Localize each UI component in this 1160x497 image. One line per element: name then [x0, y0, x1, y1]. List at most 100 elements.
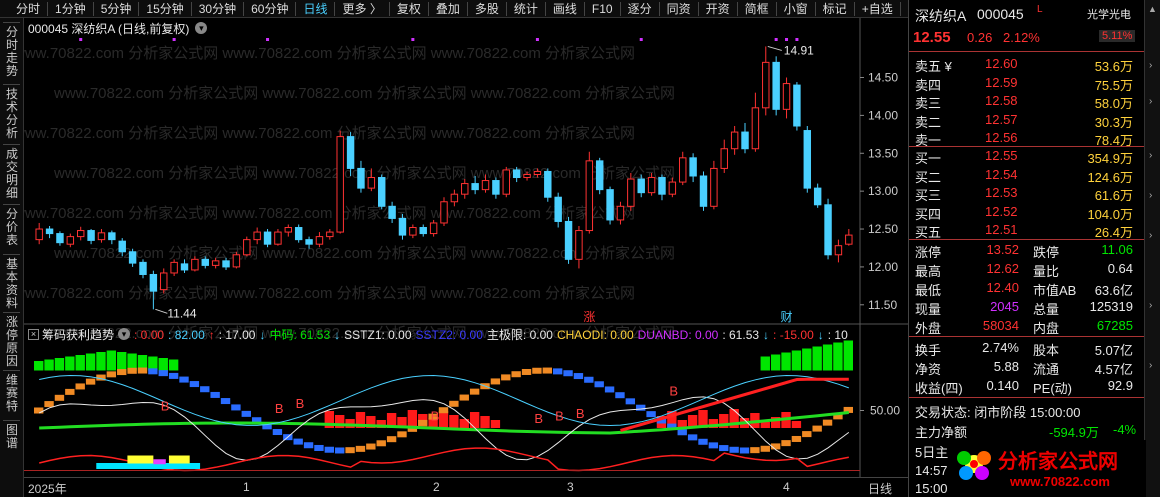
toolbar-item[interactable]: 叠加 — [430, 0, 466, 18]
ask-row[interactable]: 卖二 12.57 30.3万 — [909, 110, 1145, 130]
candle-body[interactable] — [679, 157, 687, 183]
candle-body[interactable] — [481, 180, 490, 191]
candle-body[interactable] — [139, 261, 147, 275]
left-tab[interactable]: 图谱 — [0, 424, 24, 450]
toolbar-item[interactable]: 分时 — [10, 0, 46, 18]
candle-body[interactable] — [751, 107, 760, 150]
expand-arrow[interactable]: › — [1149, 150, 1152, 161]
candle-body[interactable] — [803, 130, 812, 189]
toolbar-item[interactable]: 日线 — [297, 0, 333, 18]
expand-arrow[interactable]: › — [1149, 96, 1152, 107]
candle-body[interactable] — [429, 222, 438, 235]
bid-row[interactable]: 买三 12.53 61.6万 — [909, 183, 1145, 203]
candle-body[interactable] — [461, 183, 469, 195]
candle-body[interactable] — [398, 217, 407, 236]
candle-body[interactable] — [357, 167, 365, 189]
candle-body[interactable] — [170, 261, 178, 274]
right-scrollbar[interactable]: ▲ › › › › › › › — [1144, 0, 1160, 497]
candle-body[interactable] — [585, 160, 594, 232]
expand-arrow[interactable]: › — [1149, 360, 1152, 371]
indicator-name[interactable]: 筹码获利趋势 — [42, 326, 114, 343]
ask-row[interactable]: 卖五 ¥12.60 53.6万 — [909, 54, 1145, 74]
candle-body[interactable] — [180, 263, 189, 271]
candle-body[interactable] — [834, 245, 843, 256]
candle-body[interactable] — [87, 230, 95, 241]
candle-body[interactable] — [647, 177, 656, 194]
period-label[interactable]: 日线 — [868, 480, 892, 497]
candle-body[interactable] — [326, 231, 334, 238]
toolbar-item[interactable]: 更多 〉 — [336, 0, 387, 18]
candle-body[interactable] — [813, 187, 822, 206]
toolbar-item[interactable]: 15分钟 — [140, 0, 189, 18]
candle-body[interactable] — [346, 136, 355, 169]
candle-body[interactable] — [637, 178, 645, 194]
candle-body[interactable] — [471, 183, 479, 191]
candle-body[interactable] — [232, 254, 241, 268]
candle-body[interactable] — [274, 231, 282, 245]
ask-row[interactable]: 卖三 12.58 58.0万 — [909, 91, 1145, 111]
toolbar-item[interactable]: 复权 — [391, 0, 427, 18]
candle-body[interactable] — [294, 227, 303, 241]
candle-body[interactable] — [627, 178, 635, 207]
candle-body[interactable] — [97, 232, 106, 241]
bid-row[interactable]: 买二 12.54 124.6万 — [909, 165, 1145, 185]
indicator-settings-icon[interactable]: ▾ — [118, 328, 131, 340]
toolbar-item[interactable]: 画线 — [547, 0, 583, 18]
toolbar-item[interactable]: 标记 — [817, 0, 853, 18]
candle-body[interactable] — [263, 231, 272, 245]
candle-body[interactable] — [118, 240, 126, 253]
candle-body[interactable] — [741, 131, 749, 150]
toolbar-item[interactable]: 1分钟 — [49, 0, 92, 18]
candle-body[interactable] — [606, 189, 614, 221]
toolbar-item[interactable]: 开资 — [700, 0, 736, 18]
candle-body[interactable] — [160, 272, 168, 291]
candle-body[interactable] — [710, 167, 718, 207]
candle-body[interactable] — [762, 61, 770, 109]
expand-arrow[interactable]: › — [1149, 300, 1152, 311]
candle-body[interactable] — [336, 136, 344, 233]
toolbar-item[interactable]: 60分钟 — [245, 0, 294, 18]
candle-body[interactable] — [409, 227, 417, 236]
left-tab[interactable]: 分价表 — [0, 208, 24, 247]
candle-body[interactable] — [554, 196, 562, 222]
toolbar-item[interactable]: 同资 — [661, 0, 697, 18]
candle-body[interactable] — [191, 258, 199, 271]
candle-body[interactable] — [824, 204, 832, 256]
candle-body[interactable] — [492, 180, 500, 195]
sector-name[interactable]: 光学光电 — [1087, 6, 1131, 22]
left-tab[interactable]: 分时走势 — [0, 26, 24, 78]
left-tab[interactable]: 技术分析 — [0, 88, 24, 140]
candle-body[interactable] — [512, 169, 521, 179]
toolbar-item[interactable]: 多股 — [469, 0, 505, 18]
candle-body[interactable] — [284, 227, 293, 233]
candle-body[interactable] — [315, 236, 324, 245]
candle-body[interactable] — [616, 205, 625, 221]
candle-body[interactable] — [533, 170, 542, 175]
candle-body[interactable] — [658, 177, 666, 195]
toolbar-item[interactable]: 5分钟 — [95, 0, 138, 18]
bid-row[interactable]: 买一 12.55 354.9万 — [909, 146, 1145, 166]
toolbar-item[interactable]: +自选 — [856, 0, 899, 18]
toolbar-item[interactable]: F10 — [586, 0, 619, 18]
candle-body[interactable] — [388, 205, 396, 219]
candle-body[interactable] — [66, 236, 75, 245]
candle-body[interactable] — [730, 131, 739, 150]
candle-body[interactable] — [45, 228, 54, 235]
candle-body[interactable] — [243, 239, 251, 256]
toolbar-item[interactable]: 简框 — [739, 0, 775, 18]
candle-body[interactable] — [772, 61, 780, 110]
left-tab[interactable]: 涨停原因 — [0, 316, 24, 368]
candle-body[interactable] — [108, 232, 116, 241]
candle-body[interactable] — [128, 251, 137, 264]
scroll-up-arrow[interactable]: ▲ — [1148, 4, 1157, 14]
limit-up-mark[interactable]: 涨 — [583, 309, 595, 324]
left-tab[interactable]: 成交明细 — [0, 148, 24, 200]
bid-row[interactable]: 买四 12.52 104.0万 — [909, 202, 1145, 222]
candle-body[interactable] — [699, 175, 708, 207]
candle-body[interactable] — [149, 273, 158, 292]
toolbar-item[interactable]: 逐分 — [622, 0, 658, 18]
expand-arrow[interactable]: › — [1149, 230, 1152, 241]
toolbar-item[interactable]: 小窗 — [778, 0, 814, 18]
candle-body[interactable] — [845, 234, 853, 245]
indicator-close-icon[interactable]: × — [28, 328, 39, 340]
